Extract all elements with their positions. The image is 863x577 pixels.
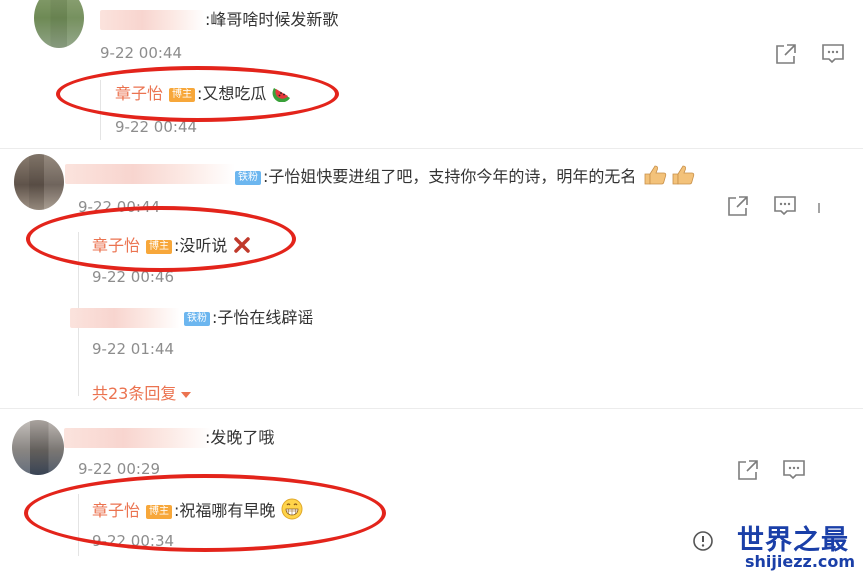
fan-badge: 铁粉 [235, 171, 261, 185]
avatar[interactable] [34, 0, 84, 48]
divider [0, 148, 863, 149]
comment-text: :子怡姐快要进组了吧，支持你今年的诗，明年的无名 [263, 167, 637, 186]
info-icon[interactable] [692, 530, 714, 552]
annotation-circle [24, 474, 386, 552]
share-icon[interactable] [736, 459, 760, 481]
comment-icon[interactable] [773, 195, 797, 217]
comment-time: 9-22 00:44 [100, 44, 183, 62]
comment-line: 铁粉:子怡姐快要进组了吧，支持你今年的诗，明年的无名 [231, 164, 698, 191]
reply-text: :子怡在线辟谣 [212, 308, 314, 327]
share-icon[interactable] [726, 195, 750, 217]
annotation-circle [56, 66, 339, 122]
reply-time: 9-22 01:44 [92, 340, 175, 358]
divider [0, 408, 863, 409]
comment-icon[interactable] [821, 43, 845, 65]
share-icon[interactable] [774, 43, 798, 65]
comment-text: :峰哥啥时候发新歌 [205, 10, 339, 29]
fan-badge: 铁粉 [184, 312, 210, 326]
blurred-username [64, 428, 212, 448]
more-replies-link[interactable]: 共23条回复 [92, 380, 192, 404]
reply-line: 铁粉:子怡在线辟谣 [178, 308, 313, 328]
avatar[interactable] [14, 154, 64, 210]
blurred-username [100, 10, 205, 30]
blurred-username [70, 308, 180, 328]
thumbs-up-icon [642, 164, 698, 191]
blurred-username [65, 164, 235, 184]
more-replies-label: 共23条回复 [92, 384, 177, 403]
caret-down-icon [181, 383, 192, 402]
avatar[interactable] [12, 420, 64, 475]
annotation-circle [26, 206, 296, 272]
comment-icon[interactable] [782, 459, 806, 481]
comment-text: :发晚了哦 [205, 428, 275, 447]
watermark-url: shijiezz.com [745, 552, 856, 571]
like-icon[interactable] [817, 200, 823, 222]
